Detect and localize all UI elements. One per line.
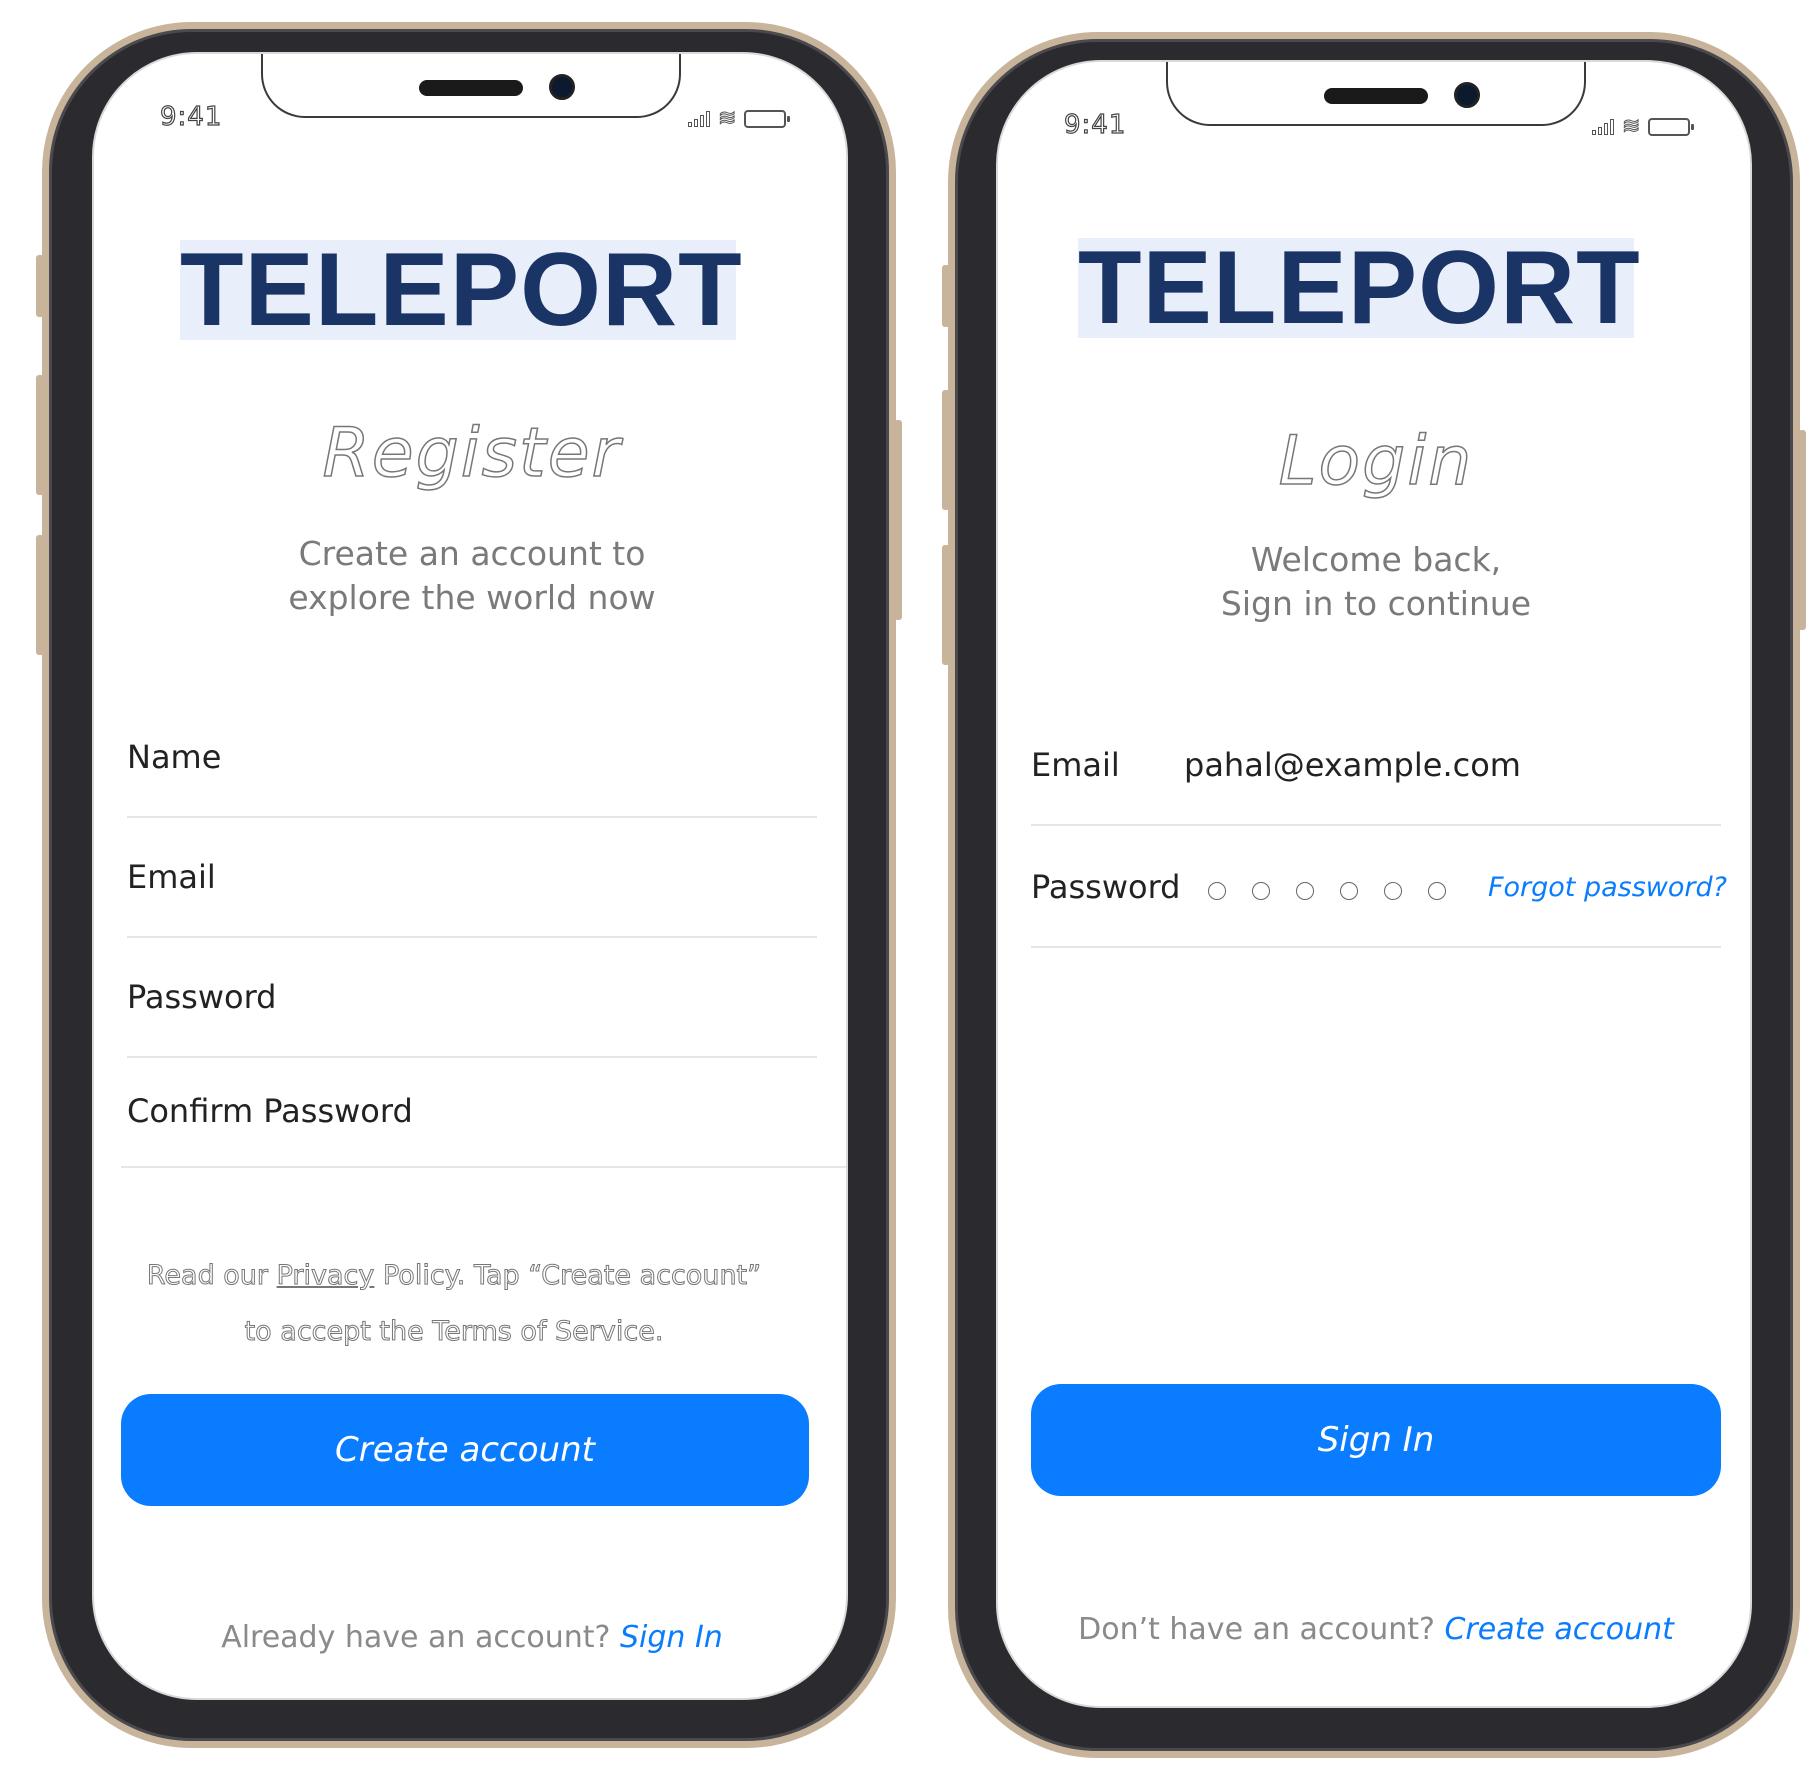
password-masked-value[interactable] (1208, 882, 1446, 900)
volume-down-button (36, 535, 44, 655)
power-button (1798, 430, 1806, 630)
privacy-policy-link[interactable]: Privacy (276, 1260, 375, 1292)
legal-prefix: Read our (146, 1260, 269, 1292)
password-dot (1296, 882, 1314, 900)
legal-rest: Policy. Tap “Create account” (382, 1260, 762, 1292)
app-logo: TELEPORT (180, 232, 743, 348)
volume-up-button (942, 390, 950, 510)
battery-icon (744, 110, 791, 128)
front-camera (549, 74, 575, 100)
battery-icon (1648, 118, 1695, 136)
volume-down-button (942, 545, 950, 665)
login-screen: 9:41 ≋ TELEPORT Login Welcome back, Sign… (996, 60, 1752, 1708)
legal-line-1: Read our Privacy Policy. Tap “Create acc… (94, 1248, 814, 1304)
signin-prompt: Already have an account? Sign In (94, 1620, 846, 1655)
page-title: Login (1278, 421, 1474, 502)
email-field-divider (127, 936, 817, 938)
email-field-divider (1031, 824, 1721, 826)
status-icons: ≋ (1592, 114, 1695, 139)
password-dot (1428, 882, 1446, 900)
subtitle-line-1: Welcome back, (1250, 540, 1502, 579)
page-subtitle: Welcome back, Sign in to continue (998, 538, 1750, 626)
create-account-button[interactable]: Create account (121, 1394, 809, 1506)
page-title: Register (322, 413, 622, 494)
password-dot (1384, 882, 1402, 900)
status-time: 9:41 (159, 101, 223, 132)
wifi-icon: ≋ (717, 106, 737, 131)
confirm-password-field-divider (121, 1166, 846, 1168)
register-screen: 9:41 ≋ TELEPORT Register Create an accou… (92, 52, 848, 1700)
status-time: 9:41 (1063, 109, 1127, 140)
password-field-divider (127, 1056, 817, 1058)
mute-switch (36, 255, 44, 317)
notch (1166, 62, 1586, 126)
password-dot (1208, 882, 1226, 900)
mute-switch (942, 265, 950, 327)
create-account-prompt-text: Don’t have an account? (1078, 1612, 1435, 1647)
legal-line-2: to accept the Terms of Service. (244, 1316, 664, 1348)
power-button (894, 420, 902, 620)
wifi-icon: ≋ (1621, 114, 1641, 139)
page-subtitle: Create an account to explore the world n… (94, 532, 846, 620)
password-dot (1340, 882, 1358, 900)
speaker (419, 80, 523, 96)
email-field-label: Email (127, 858, 216, 896)
front-camera (1454, 82, 1480, 108)
notch (261, 54, 681, 118)
name-field-label: Name (127, 738, 222, 776)
signin-prompt-text: Already have an account? (221, 1620, 611, 1655)
subtitle-line-1: Create an account to (298, 534, 646, 573)
password-field-label: Password (1031, 868, 1181, 906)
confirm-password-field-label: Confirm Password (127, 1092, 413, 1130)
password-field-divider (1031, 946, 1721, 948)
name-field-divider (127, 816, 817, 818)
create-account-link[interactable]: Create account (1444, 1612, 1673, 1647)
password-field-label: Password (127, 978, 277, 1016)
app-logo: TELEPORT (1078, 230, 1641, 346)
create-account-prompt: Don’t have an account? Create account (998, 1612, 1750, 1647)
signin-link[interactable]: Sign In (620, 1620, 723, 1655)
cellular-signal-icon (1592, 119, 1614, 135)
email-field-label: Email (1031, 746, 1120, 784)
subtitle-line-2: Sign in to continue (1220, 584, 1532, 623)
email-field-value[interactable]: pahal@example.com (1184, 746, 1521, 784)
speaker (1324, 88, 1428, 104)
subtitle-line-2: explore the world now (288, 578, 656, 617)
sign-in-button[interactable]: Sign In (1031, 1384, 1721, 1496)
forgot-password-link[interactable]: Forgot password? (1488, 872, 1727, 903)
volume-up-button (36, 375, 44, 495)
legal-notice: Read our Privacy Policy. Tap “Create acc… (94, 1248, 814, 1360)
status-icons: ≋ (688, 106, 791, 131)
password-dot (1252, 882, 1270, 900)
cellular-signal-icon (688, 111, 710, 127)
